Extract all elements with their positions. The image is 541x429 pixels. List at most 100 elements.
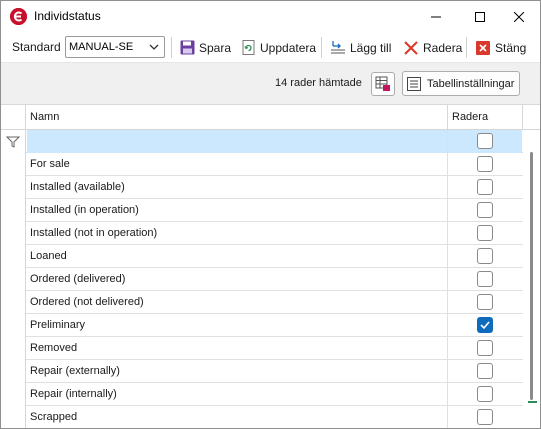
delete-button[interactable]: Radera: [403, 36, 462, 59]
radera-checkbox[interactable]: [477, 225, 493, 241]
standard-select-value: MANUAL-SE: [69, 41, 134, 53]
table-row[interactable]: Installed (not in operation): [1, 222, 540, 245]
row-gutter[interactable]: [1, 383, 26, 406]
row-name-cell[interactable]: Ordered (not delivered): [30, 296, 144, 308]
table-settings-button[interactable]: Tabellinställningar: [402, 71, 520, 96]
cell-divider: [447, 314, 448, 337]
table-row[interactable]: Repair (externally): [1, 360, 540, 383]
table-row[interactable]: Ordered (not delivered): [1, 291, 540, 314]
radera-checkbox[interactable]: [477, 271, 493, 287]
save-icon: [179, 40, 195, 56]
radera-checkbox[interactable]: [477, 179, 493, 195]
scrollbar-thumb[interactable]: [530, 152, 533, 400]
toolbar-divider: [321, 37, 322, 58]
table-row[interactable]: Loaned: [1, 245, 540, 268]
row-name-cell[interactable]: Installed (not in operation): [30, 227, 157, 239]
toolbar-divider: [466, 37, 467, 58]
add-label: Lägg till: [350, 40, 392, 55]
filter-radera-checkbox[interactable]: [477, 133, 493, 149]
row-gutter[interactable]: [1, 268, 26, 291]
column-header-radera[interactable]: Radera: [452, 111, 488, 123]
scroll-position-marker: [528, 401, 537, 403]
column-divider[interactable]: [447, 105, 448, 130]
row-count-text: 14 rader hämtade: [275, 77, 362, 89]
row-name-cell[interactable]: Loaned: [30, 250, 67, 262]
row-name-cell[interactable]: Removed: [30, 342, 77, 354]
save-label: Spara: [199, 40, 232, 55]
table-row[interactable]: Ordered (delivered): [1, 268, 540, 291]
refresh-label: Uppdatera: [260, 40, 317, 55]
row-name-cell[interactable]: Ordered (delivered): [30, 273, 125, 285]
cell-divider: [447, 268, 448, 291]
row-name-cell[interactable]: Installed (in operation): [30, 204, 139, 216]
maximize-button[interactable]: [458, 1, 502, 32]
close-box-icon: [475, 40, 491, 56]
table-row[interactable]: Repair (internally): [1, 383, 540, 406]
row-gutter[interactable]: [1, 360, 26, 383]
cell-divider: [447, 130, 448, 153]
status-grid: Namn Radera For sale Installed (available…: [1, 105, 540, 428]
save-button[interactable]: Spara: [179, 36, 231, 59]
chevron-down-icon: [149, 44, 159, 50]
title-bar: Individstatus: [1, 1, 540, 32]
export-button[interactable]: [371, 72, 395, 96]
row-gutter[interactable]: [1, 199, 26, 222]
filter-row-gutter: [1, 130, 26, 153]
column-header-namn[interactable]: Namn: [30, 111, 59, 123]
vertical-scrollbar[interactable]: [523, 130, 540, 428]
table-row[interactable]: Scrapped: [1, 406, 540, 428]
individstatus-window: Individstatus Standard MANUAL-SE Spara U…: [0, 0, 541, 429]
standard-label: Standard: [12, 40, 61, 54]
row-name-cell[interactable]: Repair (internally): [30, 388, 117, 400]
add-row-icon: [330, 40, 346, 56]
add-button[interactable]: Lägg till: [330, 36, 391, 59]
row-gutter[interactable]: [1, 291, 26, 314]
minimize-icon: [431, 16, 441, 17]
checkmark-icon: [480, 321, 490, 330]
close-window-button[interactable]: [497, 1, 540, 32]
toolbar-divider: [171, 37, 172, 58]
table-row[interactable]: Removed: [1, 337, 540, 360]
cell-divider: [447, 153, 448, 176]
row-gutter[interactable]: [1, 176, 26, 199]
minimize-button[interactable]: [414, 1, 458, 32]
table-row[interactable]: Installed (available): [1, 176, 540, 199]
row-gutter[interactable]: [1, 314, 26, 337]
radera-checkbox[interactable]: [477, 363, 493, 379]
row-gutter-header: [1, 105, 26, 130]
row-gutter[interactable]: [1, 337, 26, 360]
row-gutter[interactable]: [1, 245, 26, 268]
radera-checkbox[interactable]: [477, 409, 493, 425]
row-gutter[interactable]: [1, 406, 26, 428]
close-label: Stäng: [495, 40, 527, 55]
grid-header: Namn Radera: [1, 105, 540, 130]
radera-checkbox[interactable]: [477, 156, 493, 172]
radera-checkbox[interactable]: [477, 248, 493, 264]
row-gutter[interactable]: [1, 153, 26, 176]
table-row[interactable]: Installed (in operation): [1, 199, 540, 222]
close-button[interactable]: Stäng: [475, 36, 526, 59]
row-name-cell[interactable]: Preliminary: [30, 319, 85, 331]
row-name-cell[interactable]: Repair (externally): [30, 365, 120, 377]
radera-checkbox[interactable]: [477, 340, 493, 356]
grid-rows: For sale Installed (available) Installed (…: [1, 130, 540, 428]
cell-divider: [447, 199, 448, 222]
radera-checkbox[interactable]: [477, 317, 493, 333]
radera-checkbox[interactable]: [477, 386, 493, 402]
cell-divider: [447, 337, 448, 360]
close-icon: [514, 11, 524, 22]
standard-select[interactable]: MANUAL-SE: [65, 36, 165, 58]
column-divider[interactable]: [522, 105, 523, 130]
radera-checkbox[interactable]: [477, 294, 493, 310]
filter-row[interactable]: [1, 130, 540, 153]
cell-divider: [447, 406, 448, 428]
row-name-cell[interactable]: Installed (available): [30, 181, 125, 193]
table-row[interactable]: Preliminary: [1, 314, 540, 337]
table-row[interactable]: For sale: [1, 153, 540, 176]
row-name-cell[interactable]: Scrapped: [30, 411, 77, 423]
radera-checkbox[interactable]: [477, 202, 493, 218]
row-gutter[interactable]: [1, 222, 26, 245]
refresh-button[interactable]: Uppdatera: [240, 36, 316, 59]
row-name-cell[interactable]: For sale: [30, 158, 70, 170]
status-strip: 14 rader hämtade Tabellinställningar: [1, 63, 540, 105]
